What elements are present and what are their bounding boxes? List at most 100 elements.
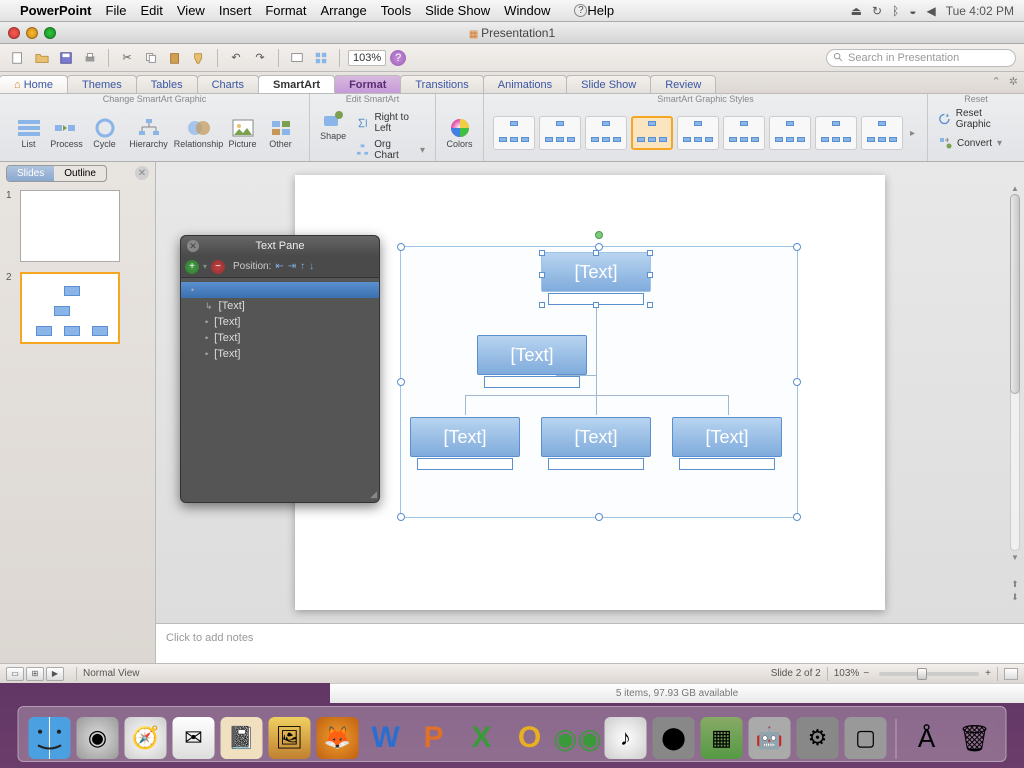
colors-button[interactable]: Colors (442, 115, 478, 151)
menu-tools[interactable]: Tools (381, 3, 411, 18)
org-node-child-1[interactable]: [Text] (410, 417, 520, 457)
zoom-out-button[interactable]: − (863, 668, 869, 679)
move-up-button[interactable]: ↑ (300, 261, 305, 272)
dock-safari-icon[interactable]: 🧭 (125, 717, 167, 759)
status-volume-icon[interactable]: ◀ (927, 4, 936, 18)
dock-excel-icon[interactable]: X (461, 717, 503, 759)
reset-graphic-button[interactable]: Reset Graphic (934, 107, 1018, 131)
slide-thumb-2[interactable]: 2 (6, 272, 149, 344)
panel-mode-segment[interactable]: Slides Outline (6, 165, 107, 182)
dock-messenger-icon[interactable]: ◉◉ (557, 717, 599, 759)
scrollbar-thumb[interactable] (1010, 194, 1020, 394)
ribbon-collapse-icon[interactable]: ⌃ (992, 75, 1001, 88)
demote-button[interactable]: ⇥ (288, 261, 296, 272)
status-wifi-icon[interactable]: ◒ (909, 4, 916, 18)
tab-tables[interactable]: Tables (136, 75, 198, 93)
text-pane-resize-handle[interactable]: ◢ (370, 489, 377, 500)
dock-sysprefs-icon[interactable]: ⚙ (797, 717, 839, 759)
qat-save-icon[interactable] (56, 48, 76, 68)
slide-thumb-1[interactable]: 1 (6, 190, 149, 262)
qat-undo-icon[interactable]: ↶ (226, 48, 246, 68)
org-node-child-2[interactable]: [Text] (541, 417, 651, 457)
ribbon-gear-icon[interactable]: ✲ (1009, 75, 1018, 88)
status-sync-icon[interactable]: ↻ (872, 4, 882, 18)
style-thumb-8[interactable] (815, 116, 857, 150)
dock-word-icon[interactable]: W (365, 717, 407, 759)
search-input[interactable]: Search in Presentation (826, 49, 1016, 67)
edit-shape-button[interactable]: Shape (316, 107, 350, 143)
resize-handle[interactable] (397, 243, 405, 251)
convert-button[interactable]: Convert▾ (934, 135, 1006, 151)
text-pane-item-4[interactable]: •[Text] (181, 330, 379, 346)
tab-slideshow[interactable]: Slide Show (566, 75, 651, 93)
qat-paste-icon[interactable] (165, 48, 185, 68)
dock-applications-icon[interactable]: Å (906, 717, 948, 759)
menu-edit[interactable]: Edit (140, 3, 162, 18)
status-eject-icon[interactable]: ⏏ (851, 4, 862, 18)
resize-handle[interactable] (793, 378, 801, 386)
panel-slides-tab[interactable]: Slides (7, 166, 54, 181)
smartart-relationship-button[interactable]: Relationship (175, 115, 223, 151)
style-thumb-5[interactable] (677, 116, 719, 150)
dock-app-generic-1[interactable]: ⬤ (653, 717, 695, 759)
menu-window[interactable]: Window (504, 3, 550, 18)
slide-canvas[interactable]: [Text] [Text] [Text] [Text] [Text] (295, 175, 885, 610)
view-sorter-icon[interactable]: ⊞ (26, 667, 44, 681)
resize-handle[interactable] (793, 243, 801, 251)
dock-outlook-icon[interactable]: O (509, 717, 551, 759)
menu-arrange[interactable]: Arrange (321, 3, 367, 18)
tab-review[interactable]: Review (650, 75, 716, 93)
dock-itunes-icon[interactable]: ♪ (605, 717, 647, 759)
style-thumb-2[interactable] (539, 116, 581, 150)
zoom-in-button[interactable]: + (985, 668, 991, 679)
text-pane-item-2[interactable]: ↳[Text] (181, 298, 379, 314)
right-to-left-button[interactable]: Right to Left (352, 111, 429, 135)
smartart-graphic[interactable]: [Text] [Text] [Text] [Text] [Text] (400, 246, 798, 518)
dock-app-generic-2[interactable]: ▦ (701, 717, 743, 759)
spotlight-help-icon[interactable]: ? (574, 4, 587, 17)
zoom-slider[interactable] (879, 672, 979, 676)
promote-button[interactable]: ⇤ (275, 261, 283, 272)
menu-view[interactable]: View (177, 3, 205, 18)
zoom-percent[interactable]: 103% (834, 668, 860, 679)
smartart-process-button[interactable]: Process (49, 115, 85, 151)
dock-trash-icon[interactable]: 🗑 (954, 717, 996, 759)
org-node-root[interactable]: [Text] (541, 252, 651, 292)
menu-file[interactable]: File (106, 3, 127, 18)
smartart-picture-button[interactable]: Picture (225, 115, 261, 151)
fit-to-window-button[interactable] (1004, 668, 1018, 680)
tab-format[interactable]: Format (334, 75, 401, 93)
zoom-slider-knob[interactable] (917, 668, 927, 680)
style-thumb-7[interactable] (769, 116, 811, 150)
text-pane-window[interactable]: ✕ Text Pane +▾ − Position: ⇤ ⇥ ↑ ↓ • ↳[T… (180, 235, 380, 503)
dock-terminal-icon[interactable]: ▢ (845, 717, 887, 759)
style-thumb-9[interactable] (861, 116, 903, 150)
tab-smartart[interactable]: SmartArt (258, 75, 335, 93)
app-menu[interactable]: PowerPoint (20, 3, 92, 18)
zoom-combo[interactable]: 103% (348, 50, 386, 66)
qat-new-icon[interactable] (8, 48, 28, 68)
dock-finder-icon[interactable] (29, 717, 71, 759)
text-pane-item-1[interactable]: • (181, 282, 379, 298)
tab-transitions[interactable]: Transitions (400, 75, 483, 93)
style-thumb-6[interactable] (723, 116, 765, 150)
smartart-list-button[interactable]: List (11, 115, 47, 151)
qat-cut-icon[interactable]: ✂ (117, 48, 137, 68)
dock-preview-icon[interactable]: 🖼 (269, 717, 311, 759)
qat-redo-icon[interactable]: ↷ (250, 48, 270, 68)
rotation-handle[interactable] (595, 231, 603, 239)
dock-dashboard-icon[interactable]: ◉ (77, 717, 119, 759)
tab-home[interactable]: Home (0, 75, 68, 93)
next-slide-icon[interactable]: ⬇ (1011, 592, 1019, 603)
qat-copy-icon[interactable] (141, 48, 161, 68)
view-slideshow-icon[interactable]: ▶ (46, 667, 64, 681)
org-node-child-3[interactable]: [Text] (672, 417, 782, 457)
panel-close-icon[interactable]: ✕ (135, 166, 149, 180)
resize-handle[interactable] (397, 513, 405, 521)
smartart-hierarchy-button[interactable]: Hierarchy (125, 115, 173, 151)
dock-powerpoint-icon[interactable]: P (413, 717, 455, 759)
menu-format[interactable]: Format (265, 3, 306, 18)
vertical-scrollbar[interactable]: ▲ ▼ ⬆⬇ (1008, 182, 1022, 563)
help-button[interactable]: ? (390, 50, 406, 66)
view-normal-icon[interactable]: ▭ (6, 667, 24, 681)
